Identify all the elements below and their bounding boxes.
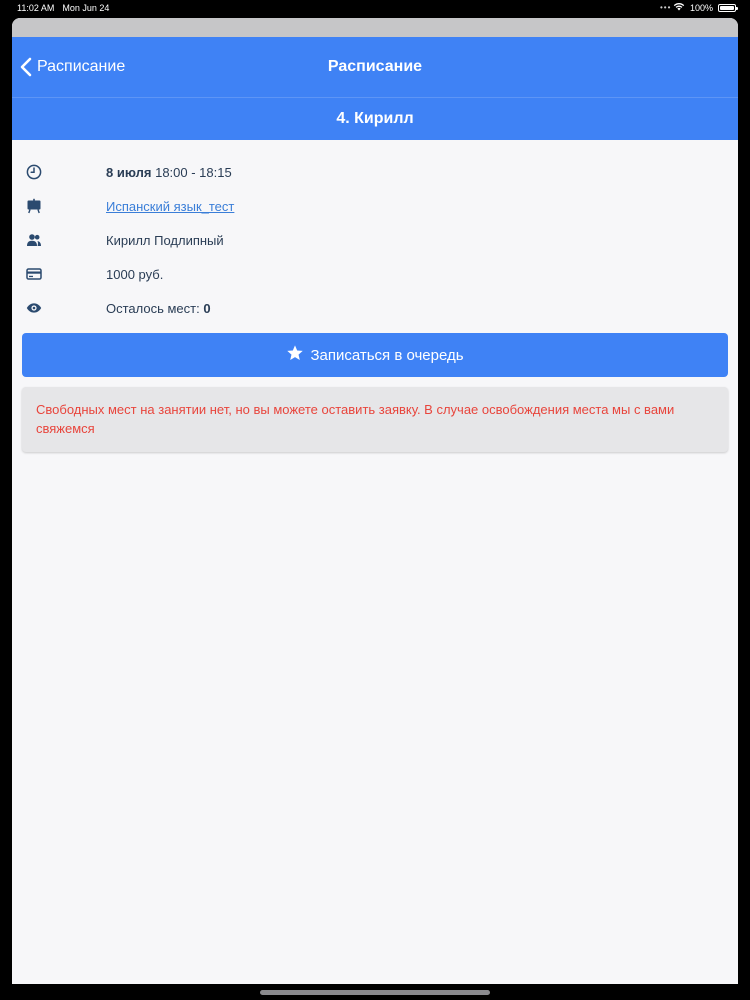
course-link[interactable]: Испанский язык_тест	[106, 199, 234, 214]
seats-value: 0	[203, 300, 211, 316]
clock-icon	[26, 164, 42, 180]
battery-icon	[718, 4, 738, 12]
wifi-icon	[673, 0, 685, 16]
credit-card-icon	[26, 266, 42, 282]
star-icon	[286, 344, 304, 366]
navigation-bar: Расписание Расписание	[12, 37, 738, 98]
join-queue-label: Записаться в очередь	[310, 346, 464, 364]
lesson-price: 1000 руб.	[106, 266, 164, 282]
home-indicator[interactable]	[260, 990, 490, 995]
date-time-row: 8 июля 18:00 - 18:15	[22, 155, 728, 189]
lesson-title: 4. Кирилл	[12, 98, 738, 140]
multitasking-dots[interactable]: •••	[660, 0, 671, 16]
status-bar: 11:02 AM Mon Jun 24 ••• 100%	[0, 0, 750, 16]
teacher-row: Кирилл Подлипный	[22, 223, 728, 257]
nav-title: Расписание	[327, 58, 423, 75]
course-row: Испанский язык_тест	[22, 189, 728, 223]
seats-label: Осталось мест:	[106, 300, 200, 316]
status-right: 100%	[673, 0, 738, 16]
no-seats-notice: Свободных мест на занятии нет, но вы мож…	[22, 387, 728, 452]
battery-percent: 100%	[689, 3, 713, 13]
status-left: 11:02 AM Mon Jun 24	[17, 0, 109, 16]
lesson-date: 8 июля	[106, 164, 152, 180]
easel-icon	[26, 198, 42, 214]
modal-sheet: Расписание Расписание 4. Кирилл 8 июля 1…	[12, 18, 738, 984]
teacher-name: Кирилл Подлипный	[106, 232, 224, 248]
eye-icon	[26, 300, 42, 316]
price-row: 1000 руб.	[22, 257, 728, 291]
users-icon	[26, 232, 42, 248]
date-time-text: 8 июля 18:00 - 18:15	[106, 165, 232, 180]
lesson-details: 8 июля 18:00 - 18:15 Испанский язык_тест	[12, 140, 738, 452]
sheet-top-strip	[12, 18, 738, 37]
screen: 11:02 AM Mon Jun 24 ••• 100% Расписание …	[0, 0, 750, 1000]
status-time: 11:02 AM	[17, 3, 55, 13]
seats-row: Осталось мест: 0	[22, 291, 728, 325]
seats-text: Осталось мест: 0	[106, 301, 211, 316]
join-queue-button[interactable]: Записаться в очередь	[22, 333, 728, 377]
status-date: Mon Jun 24	[62, 3, 110, 13]
lesson-time: 18:00 - 18:15	[155, 164, 232, 180]
